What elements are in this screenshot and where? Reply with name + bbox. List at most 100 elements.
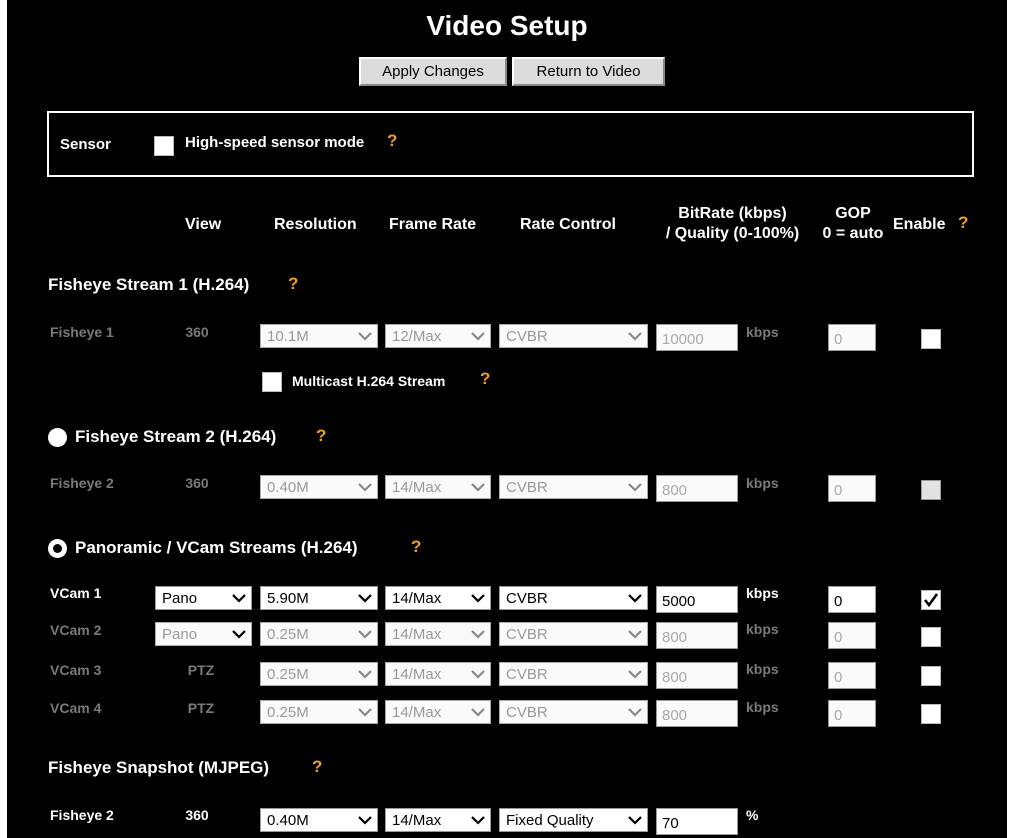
vcam2-gop-input[interactable]: 0 — [828, 622, 876, 649]
chevron-down-icon — [358, 630, 372, 639]
section-fisheye-snapshot: Fisheye Snapshot (MJPEG) — [48, 758, 270, 777]
chevron-down-icon — [232, 594, 246, 603]
help-sensor-icon[interactable]: ? — [387, 131, 397, 151]
vcam3-resolution-select[interactable]: 0.25M — [260, 662, 378, 686]
panoramic-radio[interactable] — [48, 539, 67, 558]
help-snapshot-icon[interactable]: ? — [312, 757, 322, 777]
snapshot-frame-rate-value: 14/Max — [392, 811, 442, 829]
chevron-down-icon — [358, 594, 372, 603]
chevron-down-icon — [628, 816, 642, 825]
apply-changes-button[interactable]: Apply Changes — [359, 57, 507, 86]
stream2-frame-rate-select[interactable]: 14/Max — [385, 475, 491, 499]
vcam1-resolution-value: 5.90M — [267, 589, 309, 607]
help-panoramic-icon[interactable]: ? — [411, 537, 421, 557]
vcam3-rate-control-select[interactable]: CVBR — [499, 662, 648, 686]
snapshot-resolution-select[interactable]: 0.40M — [260, 808, 378, 832]
chevron-down-icon — [471, 483, 485, 492]
chevron-down-icon — [628, 708, 642, 717]
vcam3-frame-rate-select[interactable]: 14/Max — [385, 662, 491, 686]
vcam1-frame-rate-select[interactable]: 14/Max — [385, 586, 491, 610]
snapshot-frame-rate-select[interactable]: 14/Max — [385, 808, 491, 832]
section-fisheye-stream-2: Fisheye Stream 2 (H.264) — [75, 427, 277, 446]
help-stream2-icon[interactable]: ? — [316, 426, 326, 446]
chevron-down-icon — [358, 708, 372, 717]
vcam2-view-select[interactable]: Pano — [155, 622, 252, 646]
vcam4-resolution-select[interactable]: 0.25M — [260, 700, 378, 724]
header-bitrate-line2: / Quality (0-100%) — [665, 225, 800, 242]
vcam2-enable-checkbox[interactable] — [921, 627, 941, 647]
stream1-rate-control-select[interactable]: CVBR — [499, 324, 648, 348]
header-gop-line1: GOP — [835, 205, 871, 222]
chevron-down-icon — [471, 816, 485, 825]
snapshot-quality-unit: % — [746, 807, 759, 823]
section-panoramic-vcam: Panoramic / VCam Streams (H.264) — [75, 538, 358, 557]
vcam4-frame-rate-select[interactable]: 14/Max — [385, 700, 491, 724]
chevron-down-icon — [471, 670, 485, 679]
vcam1-name: VCam 1 — [50, 585, 102, 601]
stream2-view: 360 — [185, 475, 209, 491]
vcam1-enable-checkbox[interactable] — [921, 590, 941, 610]
stream2-enable-checkbox[interactable] — [921, 480, 941, 500]
header-resolution: Resolution — [274, 216, 357, 233]
vcam2-frame-rate-select[interactable]: 14/Max — [385, 622, 491, 646]
vcam3-bitrate-input[interactable]: 800 — [656, 662, 738, 689]
vcam2-view-value: Pano — [162, 625, 198, 643]
stream2-frame-rate-value: 14/Max — [392, 478, 442, 496]
vcam2-bitrate-input[interactable]: 800 — [656, 622, 738, 649]
chevron-down-icon — [358, 670, 372, 679]
radio-selected-dot — [53, 544, 62, 553]
stream2-bitrate-unit: kbps — [746, 475, 779, 491]
stream1-gop-input[interactable]: 0 — [828, 324, 876, 351]
vcam2-frame-rate-value: 14/Max — [392, 625, 442, 643]
stream2-rate-control-select[interactable]: CVBR — [499, 475, 648, 499]
help-stream1-icon[interactable]: ? — [288, 274, 298, 294]
vcam4-rate-control-value: CVBR — [506, 703, 548, 721]
vcam4-enable-checkbox[interactable] — [921, 704, 941, 724]
vcam1-view-select[interactable]: Pano — [155, 586, 252, 610]
stream2-resolution-select[interactable]: 0.40M — [260, 475, 378, 499]
vcam2-bitrate-unit: kbps — [746, 621, 779, 637]
stream1-bitrate-unit: kbps — [746, 324, 779, 340]
chevron-down-icon — [358, 816, 372, 825]
high-speed-sensor-checkbox[interactable] — [154, 136, 174, 156]
help-multicast-icon[interactable]: ? — [480, 369, 490, 389]
vcam1-gop-input[interactable]: 0 — [828, 586, 876, 613]
snapshot-view: 360 — [185, 807, 209, 823]
help-enable-icon[interactable]: ? — [958, 213, 968, 233]
vcam1-bitrate-input[interactable]: 5000 — [656, 586, 738, 613]
vcam4-rate-control-select[interactable]: CVBR — [499, 700, 648, 724]
vcam2-resolution-select[interactable]: 0.25M — [260, 622, 378, 646]
stream1-resolution-value: 10.1M — [267, 327, 309, 345]
stream1-resolution-select[interactable]: 10.1M — [260, 324, 378, 348]
stream2-rate-control-value: CVBR — [506, 478, 548, 496]
vcam3-gop-input[interactable]: 0 — [828, 662, 876, 689]
stream1-enable-checkbox[interactable] — [921, 329, 941, 349]
vcam1-rate-control-select[interactable]: CVBR — [499, 586, 648, 610]
vcam1-resolution-select[interactable]: 5.90M — [260, 586, 378, 610]
stream2-radio[interactable] — [48, 428, 67, 447]
chevron-down-icon — [628, 594, 642, 603]
checkmark-icon — [923, 593, 939, 608]
multicast-checkbox[interactable] — [262, 372, 282, 392]
stream1-frame-rate-select[interactable]: 12/Max — [385, 324, 491, 348]
vcam3-enable-checkbox[interactable] — [921, 666, 941, 686]
stream1-name: Fisheye 1 — [50, 324, 114, 340]
snapshot-resolution-value: 0.40M — [267, 811, 309, 829]
chevron-down-icon — [628, 483, 642, 492]
snapshot-quality-input[interactable]: 70 — [656, 808, 738, 835]
vcam4-gop-input[interactable]: 0 — [828, 700, 876, 727]
vcam4-frame-rate-value: 14/Max — [392, 703, 442, 721]
return-to-video-button[interactable]: Return to Video — [512, 57, 665, 86]
stream1-bitrate-input[interactable]: 10000 — [656, 324, 738, 351]
chevron-down-icon — [628, 630, 642, 639]
vcam4-bitrate-input[interactable]: 800 — [656, 700, 738, 727]
snapshot-rate-control-select[interactable]: Fixed Quality — [499, 808, 648, 832]
sensor-label: Sensor — [60, 136, 111, 153]
stream2-gop-input[interactable]: 0 — [828, 475, 876, 502]
stream2-bitrate-input[interactable]: 800 — [656, 475, 738, 502]
snapshot-rate-control-value: Fixed Quality — [506, 811, 594, 829]
vcam3-rate-control-value: CVBR — [506, 665, 548, 683]
vcam2-rate-control-select[interactable]: CVBR — [499, 622, 648, 646]
vcam2-resolution-value: 0.25M — [267, 625, 309, 643]
stream1-rate-control-value: CVBR — [506, 327, 548, 345]
